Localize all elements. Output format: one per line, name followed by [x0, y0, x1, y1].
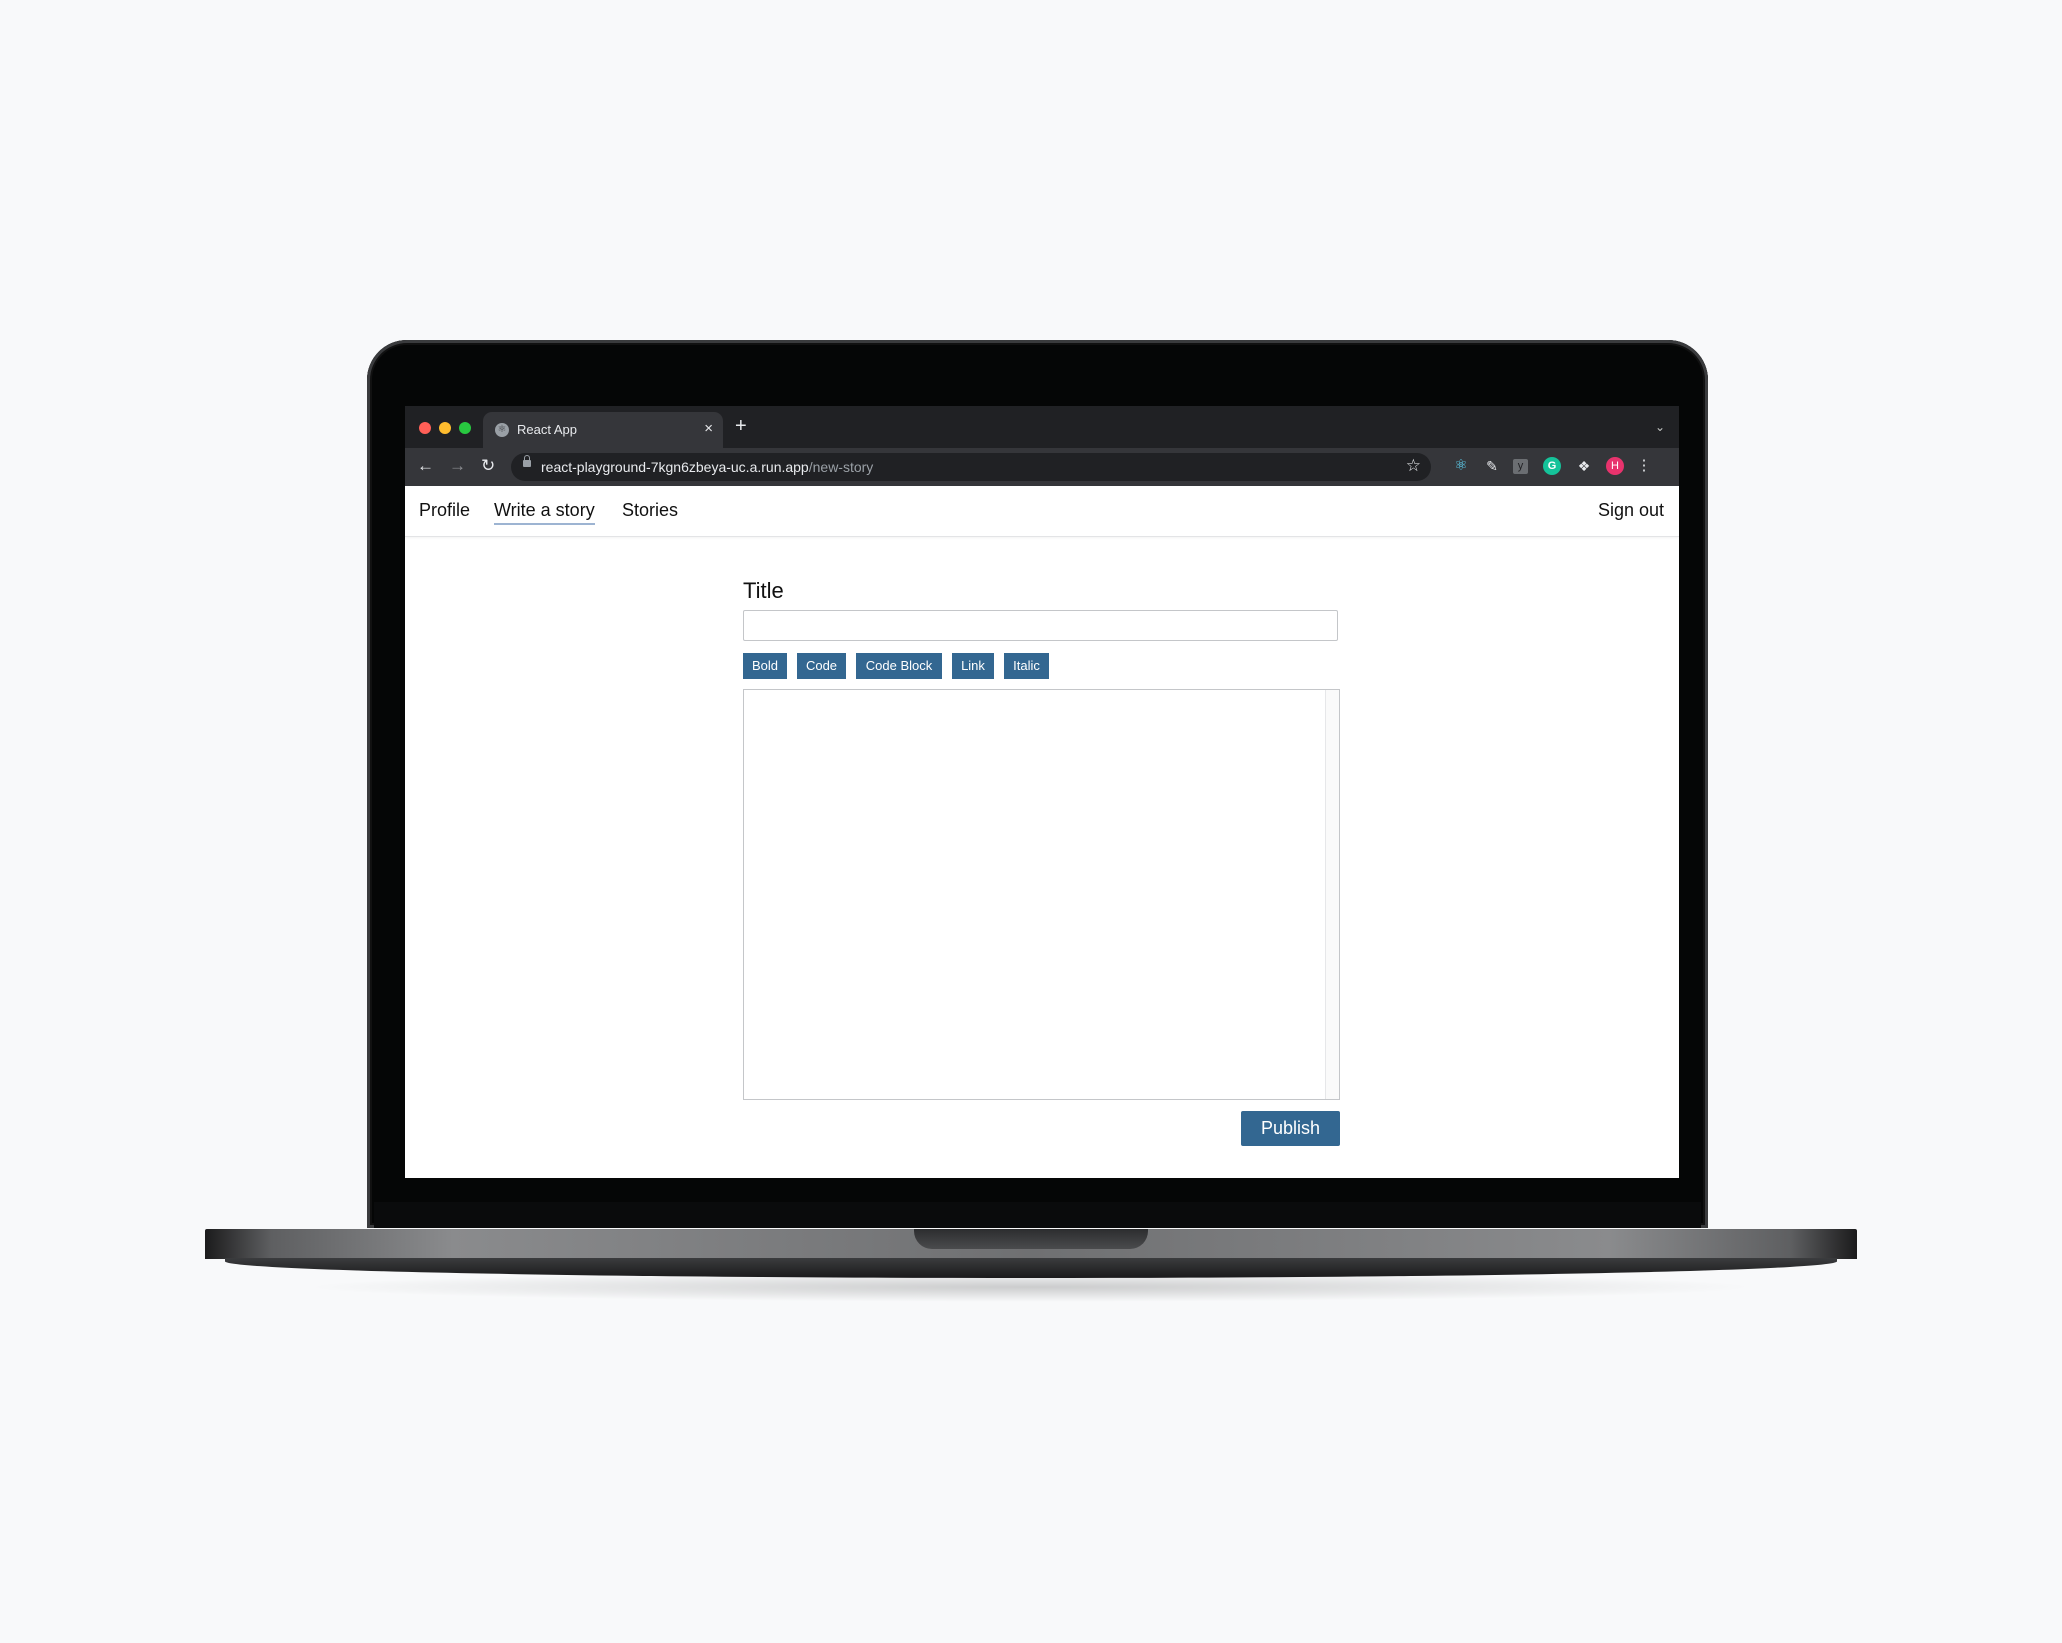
- code-block-button[interactable]: Code Block: [856, 653, 942, 679]
- title-input[interactable]: [743, 610, 1338, 641]
- favicon-icon: ⚛: [495, 423, 509, 437]
- laptop-chin: [374, 1202, 1701, 1228]
- nav-write-story-link[interactable]: Write a story: [494, 500, 595, 525]
- bold-button[interactable]: Bold: [743, 653, 787, 679]
- sign-out-link[interactable]: Sign out: [1598, 500, 1664, 521]
- lock-icon[interactable]: [523, 455, 531, 467]
- browser-menu-icon[interactable]: ⋮: [1635, 457, 1653, 475]
- zoom-window-button[interactable]: [459, 422, 471, 434]
- app-navbar: Profile Write a story Stories Sign out: [405, 486, 1679, 537]
- back-arrow-icon[interactable]: ←: [417, 456, 434, 476]
- new-tab-icon[interactable]: +: [735, 416, 747, 436]
- url-path: /new-story: [808, 459, 874, 475]
- y-extension-icon[interactable]: y: [1513, 459, 1528, 474]
- forward-arrow-icon[interactable]: →: [449, 456, 466, 476]
- bookmark-star-icon[interactable]: ☆: [1406, 456, 1421, 476]
- close-window-button[interactable]: [419, 422, 431, 434]
- link-button[interactable]: Link: [952, 653, 994, 679]
- code-button[interactable]: Code: [797, 653, 846, 679]
- react-devtools-icon[interactable]: ⚛: [1452, 457, 1470, 475]
- publish-button[interactable]: Publish: [1241, 1111, 1340, 1146]
- nav-stories-link[interactable]: Stories: [622, 500, 678, 521]
- grammarly-icon[interactable]: G: [1543, 457, 1561, 475]
- puzzle-icon[interactable]: ❖: [1575, 457, 1593, 475]
- nav-profile-link[interactable]: Profile: [419, 500, 470, 521]
- tab-title: React App: [517, 422, 577, 437]
- url-text[interactable]: react-playground-7kgn6zbeya-uc.a.run.app…: [541, 459, 873, 475]
- minimize-window-button[interactable]: [439, 422, 451, 434]
- browser-toolbar: ← → ↻ react-playground-7kgn6zbeya-uc.a.r…: [405, 448, 1679, 486]
- reload-icon[interactable]: ↻: [481, 456, 495, 476]
- laptop-notch: [914, 1229, 1148, 1249]
- close-tab-icon[interactable]: ×: [704, 420, 713, 437]
- tab-search-chevron-icon[interactable]: ⌄: [1655, 420, 1665, 434]
- browser-titlebar: ⚛ React App × + ⌄: [405, 406, 1679, 448]
- address-bar[interactable]: react-playground-7kgn6zbeya-uc.a.run.app…: [511, 453, 1431, 481]
- italic-button[interactable]: Italic: [1004, 653, 1049, 679]
- story-body-editor[interactable]: [743, 689, 1340, 1100]
- pen-icon[interactable]: ✎: [1483, 457, 1501, 475]
- browser-tab[interactable]: ⚛ React App ×: [483, 412, 723, 448]
- editor-scrollbar[interactable]: [1325, 690, 1339, 1099]
- title-label: Title: [743, 578, 784, 603]
- profile-avatar[interactable]: H: [1606, 457, 1624, 475]
- screen: ⚛ React App × + ⌄ ← → ↻ react-playground…: [405, 406, 1679, 1178]
- url-host: react-playground-7kgn6zbeya-uc.a.run.app: [541, 459, 809, 475]
